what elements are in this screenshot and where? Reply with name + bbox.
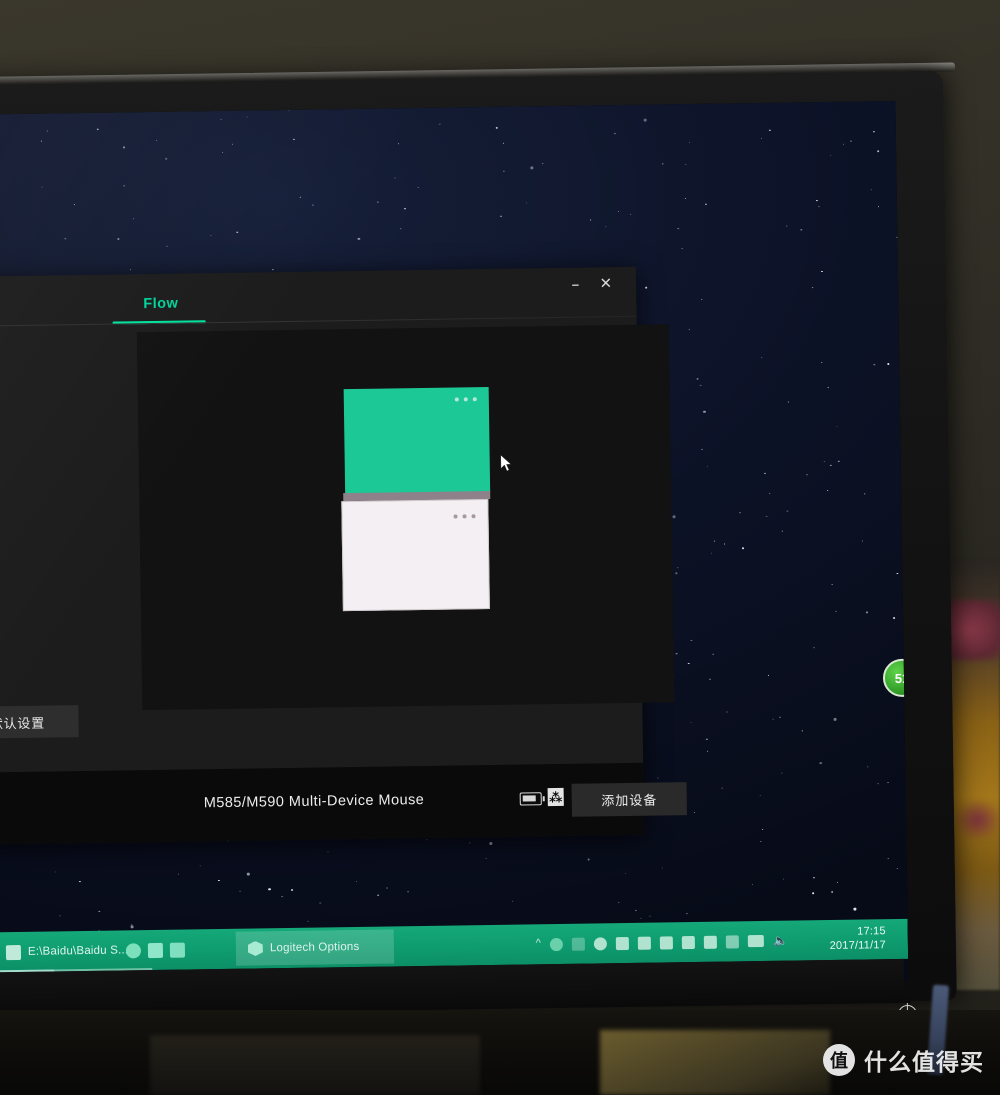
room-object-pink bbox=[945, 600, 1000, 660]
taskbar-item-wechat[interactable] bbox=[125, 930, 186, 971]
device-footer-bar: logi M585/M590 Multi-Device Mouse ⁂ 添加设备 bbox=[0, 762, 687, 847]
monitor-icon[interactable] bbox=[747, 934, 765, 948]
taskbar-clock[interactable]: 17:15 2017/11/17 bbox=[829, 924, 886, 953]
explorer-icon bbox=[5, 944, 22, 960]
app-icon[interactable] bbox=[703, 935, 718, 949]
restore-defaults-button[interactable]: 恢复默认设置 bbox=[0, 705, 79, 740]
setting-label: 接键盘 i bbox=[0, 595, 35, 621]
watermark-text: 什么值得买 bbox=[864, 1050, 984, 1076]
crown-icon[interactable] bbox=[615, 936, 630, 950]
app-icon[interactable] bbox=[681, 935, 696, 949]
setting-value-dropdown[interactable]: 至边缘 bbox=[0, 426, 32, 450]
chevron-up-icon[interactable]: ^ bbox=[536, 937, 541, 951]
setting-label: 角落 bbox=[0, 466, 33, 491]
preview-monitor-primary[interactable] bbox=[343, 386, 491, 495]
wechat-icon bbox=[125, 942, 142, 958]
setting-value-dropdown[interactable]: 用 bbox=[0, 557, 34, 581]
bluetooth-icon[interactable]: ⁂ bbox=[547, 787, 564, 807]
app-icon bbox=[169, 942, 186, 958]
room-object-pink-2 bbox=[955, 800, 1000, 840]
taskbar-item-label: E:\Baidu\Baidu S... bbox=[27, 944, 129, 958]
monitor-screen-area: – ✕ 标 指向和滚动 Flow Logitech Flow i bbox=[0, 100, 909, 996]
logitech-options-window: – ✕ 标 指向和滚动 Flow Logitech Flow i bbox=[0, 266, 687, 847]
logitech-icon bbox=[248, 941, 263, 956]
desk-object-right bbox=[600, 1030, 830, 1095]
setting-link-keyboard: 接键盘 i 用 bbox=[0, 595, 35, 646]
mouse-cursor bbox=[500, 454, 513, 472]
desktop-screen: – ✕ 标 指向和滚动 Flow Logitech Flow i bbox=[0, 100, 909, 996]
app-icon[interactable] bbox=[637, 936, 652, 950]
tab-flow[interactable]: Flow bbox=[143, 296, 178, 313]
watermark: 值 什么值得买 bbox=[823, 1043, 984, 1077]
app-icon bbox=[147, 942, 164, 958]
add-device-button[interactable]: 添加设备 bbox=[571, 782, 687, 817]
power-icon-gap bbox=[903, 998, 911, 1003]
cloud-icon[interactable] bbox=[549, 937, 564, 951]
desk-object-left bbox=[150, 1035, 480, 1095]
flow-preview-panel bbox=[136, 324, 675, 711]
taskbar-item-label: Logitech Options bbox=[269, 940, 360, 955]
pin-icon[interactable] bbox=[725, 934, 740, 949]
volume-icon[interactable]: 🔈 bbox=[773, 933, 788, 947]
app-icon[interactable] bbox=[659, 935, 674, 950]
clock-date: 2017/11/17 bbox=[829, 939, 887, 952]
taskbar-item-baidu-2[interactable]: E:\Baidu\Baidu S... bbox=[5, 930, 129, 972]
circle-icon[interactable] bbox=[593, 936, 608, 950]
setting-corner: 角落 用 bbox=[0, 466, 33, 516]
clock-time: 17:15 bbox=[857, 925, 886, 938]
setting-value-dropdown[interactable]: 用 bbox=[0, 492, 33, 516]
device-name: M585/M590 Multi-Device Mouse bbox=[203, 791, 425, 812]
system-tray: ^ 🔈 bbox=[535, 921, 788, 965]
preview-secondary-dots[interactable] bbox=[453, 514, 476, 519]
setting-switch-between-computers: 算机之间切换 至边缘 bbox=[0, 400, 32, 450]
battery-icon bbox=[519, 792, 542, 806]
setting-label: 与粘贴 bbox=[0, 531, 34, 556]
watermark-logo: 值 bbox=[823, 1044, 855, 1076]
photo-scene: – ✕ 标 指向和滚动 Flow Logitech Flow i bbox=[0, 0, 1000, 1095]
shield-icon[interactable] bbox=[571, 937, 586, 951]
setting-value-dropdown[interactable]: 用 bbox=[0, 622, 35, 646]
setting-copy-paste: 与粘贴 用 bbox=[0, 531, 34, 581]
taskbar-item-logitech-options[interactable]: Logitech Options bbox=[248, 927, 360, 969]
preview-monitor-secondary[interactable] bbox=[341, 499, 490, 612]
bluetooth-glyph: ⁂ bbox=[548, 789, 563, 805]
setting-label: 算机之间切换 bbox=[0, 400, 32, 425]
preview-primary-dots[interactable] bbox=[454, 397, 477, 402]
